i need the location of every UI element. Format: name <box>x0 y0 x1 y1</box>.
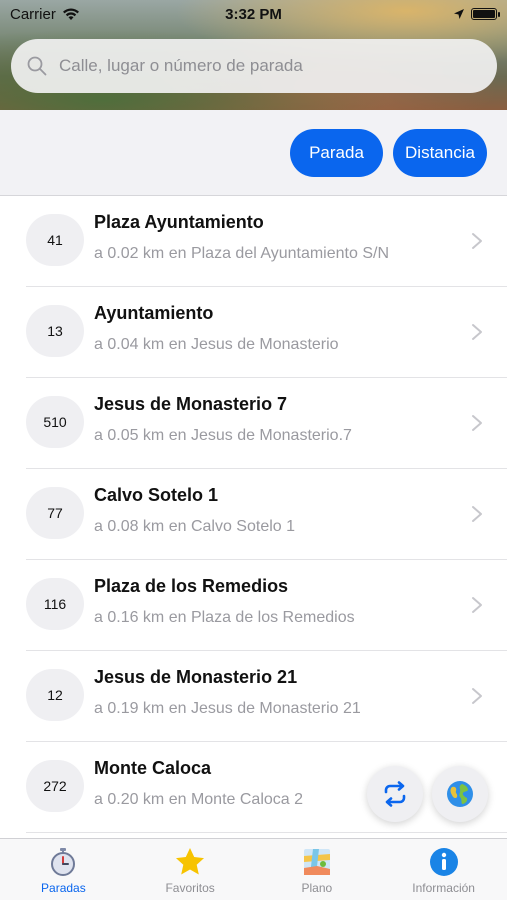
status-time: 3:32 PM <box>225 5 282 23</box>
chevron-right-icon <box>472 688 482 704</box>
map-icon <box>303 849 330 875</box>
stop-row[interactable]: 41 Plaza Ayuntamiento a 0.02 km en Plaza… <box>0 196 507 287</box>
tab-informacion[interactable]: Información <box>380 839 507 900</box>
sort-by-distance-button[interactable]: Distancia <box>393 129 487 177</box>
stop-row[interactable]: 12 Jesus de Monasterio 21 a 0.19 km en J… <box>0 651 507 742</box>
chevron-right-icon <box>472 506 482 522</box>
tab-label: Favoritos <box>165 881 215 895</box>
tab-paradas[interactable]: Paradas <box>0 839 127 900</box>
stop-number-badge: 510 <box>26 396 84 448</box>
stop-number-badge: 12 <box>26 669 84 721</box>
tab-plano[interactable]: Plano <box>254 839 381 900</box>
stop-name: Monte Caloca <box>94 758 212 778</box>
tab-label: Información <box>412 881 475 895</box>
stop-name: Plaza Ayuntamiento <box>94 212 264 232</box>
tab-label: Plano <box>301 881 333 895</box>
stop-row[interactable]: 116 Plaza de los Remedios a 0.16 km en P… <box>0 560 507 651</box>
stop-name: Jesus de Monasterio 7 <box>94 394 288 414</box>
stop-number-badge: 13 <box>26 305 84 357</box>
stop-detail: a 0.16 km en Plaza de los Remedios <box>94 609 355 626</box>
search-input[interactable] <box>59 56 479 76</box>
info-icon <box>429 848 458 876</box>
chevron-right-icon <box>472 415 482 431</box>
stop-detail: a 0.08 km en Calvo Sotelo 1 <box>94 518 296 535</box>
stop-name: Plaza de los Remedios <box>94 576 289 596</box>
chevron-right-icon <box>472 324 482 340</box>
refresh-icon <box>384 781 406 807</box>
stop-number-badge: 272 <box>26 760 84 812</box>
stop-row[interactable]: 13 Ayuntamiento a 0.04 km en Jesus de Mo… <box>0 287 507 378</box>
stopwatch-icon <box>51 848 76 876</box>
stop-detail: a 0.04 km en Jesus de Monasterio <box>94 336 339 353</box>
stop-detail: a 0.02 km en Plaza del Ayuntamiento S/N <box>94 245 389 262</box>
filter-bar: Parada Distancia <box>0 110 507 196</box>
chevron-right-icon <box>472 597 482 613</box>
stop-row[interactable]: 77 Calvo Sotelo 1 a 0.08 km en Calvo Sot… <box>0 469 507 560</box>
stop-number-badge: 116 <box>26 578 84 630</box>
search-icon <box>27 56 47 76</box>
tab-favoritos[interactable]: Favoritos <box>127 839 254 900</box>
star-icon <box>176 848 205 875</box>
stop-name: Jesus de Monasterio 21 <box>94 667 298 687</box>
map-view-button[interactable] <box>432 766 488 822</box>
tab-label: Paradas <box>41 881 86 895</box>
stop-number-badge: 41 <box>26 214 84 266</box>
stops-list: 41 Plaza Ayuntamiento a 0.02 km en Plaza… <box>0 196 507 833</box>
refresh-button[interactable] <box>367 766 423 822</box>
stop-detail: a 0.20 km en Monte Caloca 2 <box>94 791 304 808</box>
stop-name: Calvo Sotelo 1 <box>94 485 219 505</box>
stop-row[interactable]: 272 Monte Caloca a 0.20 km en Monte Calo… <box>0 742 507 833</box>
globe-icon <box>447 781 473 807</box>
chevron-right-icon <box>472 233 482 249</box>
stop-number-badge: 77 <box>26 487 84 539</box>
status-bar: Carrier 3:32 PM <box>0 0 507 28</box>
stop-row[interactable]: 510 Jesus de Monasterio 7 a 0.05 km en J… <box>0 378 507 469</box>
stop-detail: a 0.05 km en Jesus de Monasterio.7 <box>94 427 352 444</box>
battery-icon <box>471 8 500 20</box>
stop-detail: a 0.19 km en Jesus de Monasterio 21 <box>94 700 361 717</box>
search-bar[interactable] <box>11 39 497 93</box>
tab-bar: Paradas Favoritos Plano Información <box>0 838 507 900</box>
stop-name: Ayuntamiento <box>94 303 214 323</box>
sort-by-stop-button[interactable]: Parada <box>290 129 383 177</box>
